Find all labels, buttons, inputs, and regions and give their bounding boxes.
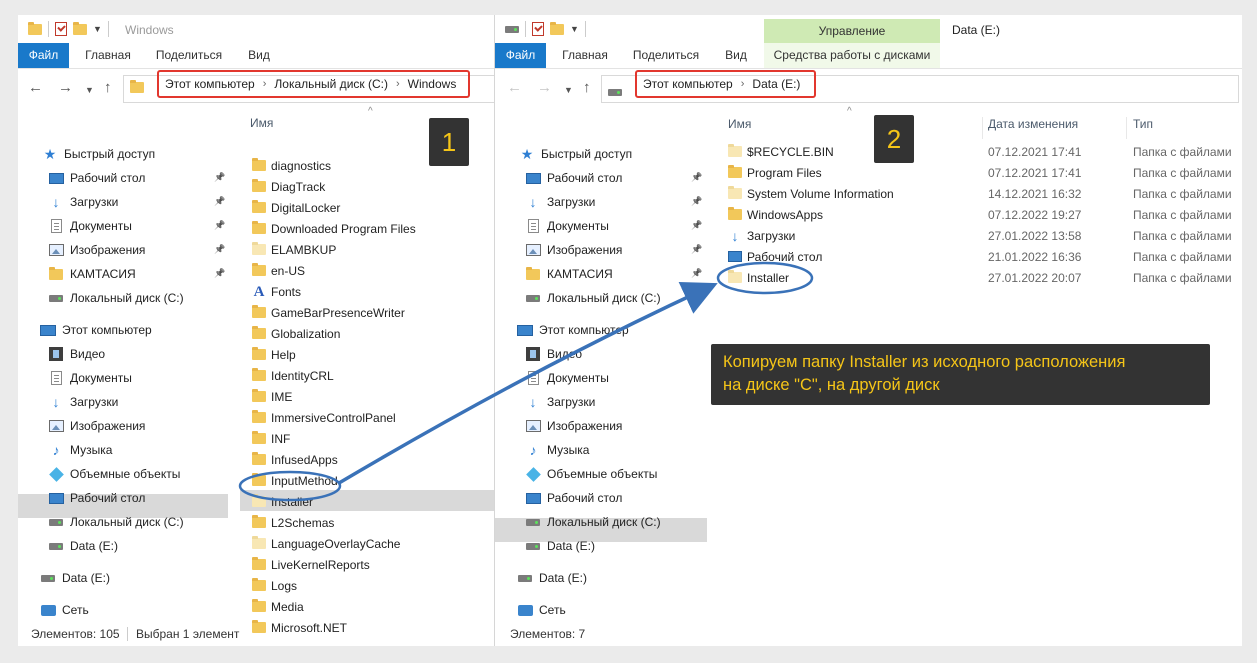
callout-line-1: Копируем папку Installer из исходного ра… bbox=[723, 353, 1126, 371]
copy-arrow bbox=[338, 281, 718, 485]
instruction-callout: Копируем папку Installer из исходного ра… bbox=[711, 344, 1210, 405]
callout-line-2: на диске "С", на другой диск bbox=[723, 376, 940, 394]
destination-highlight-ellipse bbox=[716, 261, 814, 295]
source-highlight-ellipse bbox=[238, 470, 342, 502]
annotation-overlay bbox=[238, 261, 814, 502]
